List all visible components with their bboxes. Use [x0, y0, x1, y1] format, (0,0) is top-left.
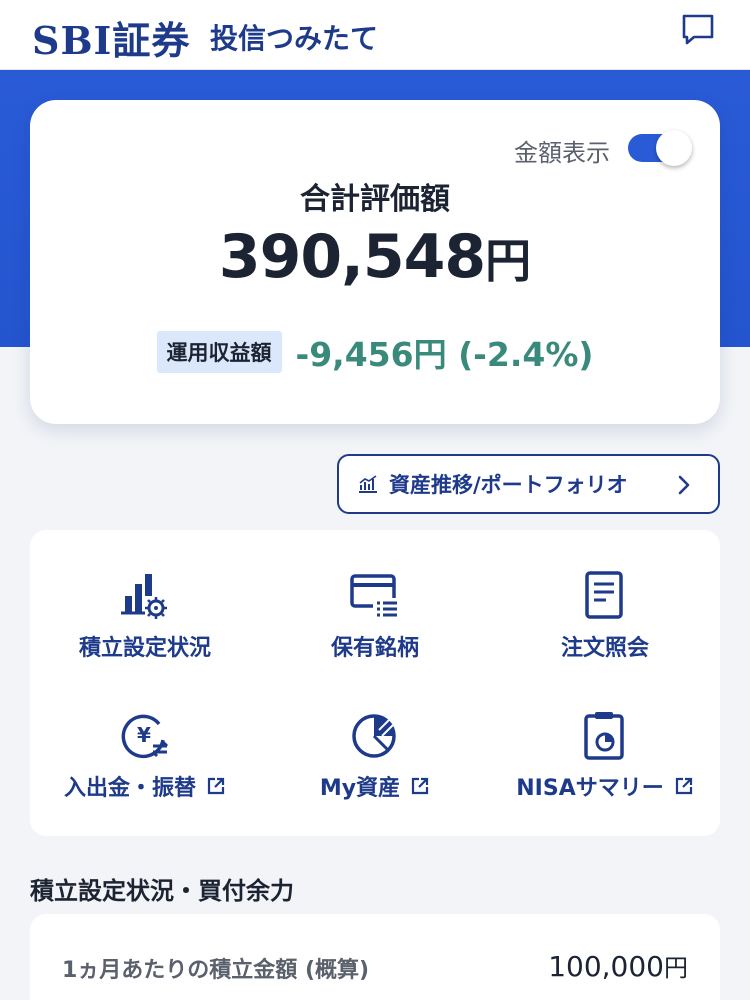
- profit-badge: 運用収益額: [156, 331, 282, 373]
- external-link-icon: [412, 777, 429, 795]
- amount-display-label: 金額表示: [514, 139, 610, 167]
- toggle-knob: [656, 130, 692, 166]
- menu-grid: 積立設定状況 保有銘柄 注文照会 ¥ 入出金・振替 My資産 NISAサマリー: [30, 530, 720, 836]
- pie-chart-icon: [352, 714, 396, 758]
- menu-item-holdings[interactable]: 保有銘柄: [260, 570, 490, 690]
- menu-item-order-inquiry[interactable]: 注文照会: [490, 570, 720, 690]
- asset-history-portfolio-button[interactable]: 資産推移/ポートフォリオ: [337, 454, 720, 514]
- profit-value: -9,456円 (-2.4%): [295, 335, 594, 374]
- bar-chart-gear-icon: [121, 574, 167, 619]
- total-valuation-label: 合計評価額: [300, 182, 450, 217]
- total-valuation-value: 390,548: [218, 222, 486, 292]
- monthly-savings-amount: 100,000: [548, 950, 664, 983]
- menu-label: 注文照会: [560, 636, 649, 661]
- menu-item-nisa-summary[interactable]: NISAサマリー: [490, 710, 720, 830]
- clipboard-chart-icon: [584, 712, 624, 760]
- external-link-icon: [675, 777, 692, 795]
- monthly-savings-unit: 円: [664, 954, 688, 982]
- menu-label: 保有銘柄: [330, 636, 419, 661]
- total-valuation-unit: 円: [485, 234, 532, 288]
- app-name: 投信つみたて: [210, 22, 379, 55]
- monthly-savings-label: 1ヵ月あたりの積立金額 (概算): [62, 958, 370, 983]
- menu-label: My資産: [319, 776, 401, 801]
- yen-exchange-icon: ¥: [121, 714, 169, 759]
- sbi-logo[interactable]: SBI証券: [32, 10, 190, 65]
- total-valuation: 390,548円: [30, 222, 720, 292]
- menu-label: NISAサマリー: [516, 776, 664, 801]
- profit-row: 運用収益額 -9,456円 (-2.4%): [30, 328, 720, 376]
- menu-label: 積立設定状況: [78, 636, 211, 661]
- total-valuation-card: 金額表示 合計評価額 390,548円 運用収益額 -9,456円 (-2.4%): [30, 100, 720, 424]
- asset-history-portfolio-label: 資産推移/ポートフォリオ: [389, 473, 628, 497]
- menu-item-savings-settings[interactable]: 積立設定状況: [30, 570, 260, 690]
- card-list-icon: [350, 574, 400, 618]
- chart-icon: [359, 475, 377, 493]
- document-icon: [585, 571, 623, 619]
- section-title: 積立設定状況・買付余力: [30, 877, 294, 905]
- chevron-right-icon: [678, 475, 690, 495]
- menu-item-my-assets[interactable]: My資産: [260, 710, 490, 830]
- chat-bubble-icon[interactable]: [678, 10, 718, 50]
- app-header: SBI証券 投信つみたて: [0, 0, 750, 70]
- svg-text:¥: ¥: [137, 723, 151, 747]
- monthly-savings-value: 100,000円: [548, 948, 688, 983]
- amount-display-toggle[interactable]: [628, 130, 692, 166]
- menu-item-deposit-transfer[interactable]: ¥ 入出金・振替: [30, 710, 260, 830]
- savings-info-card: 1ヵ月あたりの積立金額 (概算) 100,000円: [30, 914, 720, 1000]
- external-link-icon: [207, 777, 225, 795]
- menu-label: 入出金・振替: [63, 776, 196, 801]
